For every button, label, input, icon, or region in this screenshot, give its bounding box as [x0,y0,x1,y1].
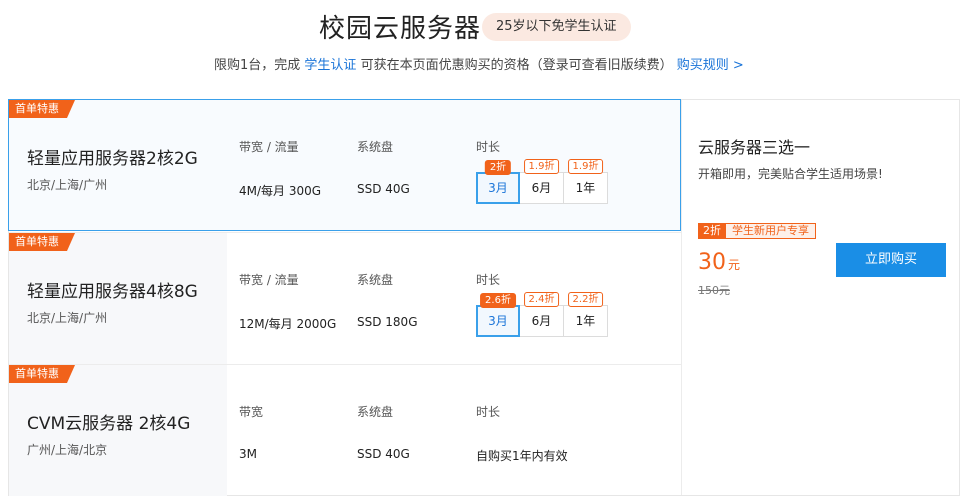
panel-description: 开箱即用，完美贴合学生适用场景! [698,167,883,181]
bandwidth-value: 4M/每月 300G [239,184,322,198]
price-amount: 30 [698,250,726,275]
discount-badge: 1.9折 [523,159,560,174]
discount-badge: 1.9折 [567,159,604,174]
product-info: 首单特惠 轻量应用服务器4核8G 北京/上海/广州 [9,233,227,364]
disk-value: SSD 180G [357,315,418,329]
disk-value: SSD 40G [357,447,410,461]
discount-badge: 2.6折 [480,293,516,308]
first-order-tag: 首单特惠 [9,365,75,383]
duration-label: 时长 [476,273,501,287]
original-price: 150元 [698,284,730,297]
bandwidth-label: 带宽 [239,405,264,419]
duration-option-6m[interactable]: 1.9折 6月 [520,159,564,204]
note-middle: 可获在本页面优惠购买的资格（登录可查看旧版续费） [360,58,673,73]
price: 30 元 [698,250,740,275]
purchase-panel: 云服务器三选一 开箱即用，完美贴合学生适用场景! 2折 学生新用户专享 30 元 … [681,100,959,495]
duration-label: 6月 [531,181,552,195]
product-regions: 北京/上海/广州 [27,311,108,325]
age-badge: 25岁以下免学生认证 [482,13,631,41]
price-unit: 元 [728,258,741,272]
discount-badge: 2折 [698,223,726,239]
offer-badges: 2折 学生新用户专享 [698,223,816,239]
disk-value: SSD 40G [357,182,410,196]
duration-label: 时长 [476,140,501,154]
first-order-tag: 首单特惠 [9,100,75,118]
buy-now-button[interactable]: 立即购买 [836,243,946,277]
bandwidth-value: 12M/每月 2000G [239,317,337,331]
panel-title: 云服务器三选一 [698,138,811,157]
duration-label: 3月 [488,314,508,328]
product-name: CVM云服务器 2核4G [27,414,191,434]
discount-badge: 2.2折 [567,292,604,307]
product-regions: 广州/上海/北京 [27,443,108,457]
product-name: 轻量应用服务器2核2G [27,149,198,169]
duration-label: 1年 [575,314,596,328]
page-title: 校园云服务器 [319,14,482,44]
discount-badge: 2.4折 [523,292,560,307]
purchase-rules-link[interactable]: 购买规则 > [677,58,744,73]
disk-label: 系统盘 [357,273,394,287]
bandwidth-value: 3M [239,447,257,461]
duration-label: 6月 [531,314,552,328]
first-order-tag: 首单特惠 [9,233,75,251]
student-verify-link[interactable]: 学生认证 [304,58,356,73]
product-name: 轻量应用服务器4核8G [27,282,198,302]
duration-selector: 2.6折 3月 2.4折 6月 2.2折 1年 [476,292,608,337]
purchase-note: 限购1台，完成 学生认证 可获在本页面优惠购买的资格（登录可查看旧版续费） 购买… [214,54,744,73]
product-regions: 北京/上海/广州 [27,178,108,192]
duration-option-1y[interactable]: 2.2折 1年 [564,292,608,337]
product-row[interactable]: 首单特惠 轻量应用服务器4核8G 北京/上海/广州 带宽 / 流量 系统盘 时长… [9,232,681,364]
product-row[interactable]: 首单特惠 CVM云服务器 2核4G 广州/上海/北京 带宽 系统盘 时长 3M … [9,364,681,496]
duration-value: 自购买1年内有效 [476,449,568,463]
duration-label: 3月 [488,181,508,195]
disk-label: 系统盘 [357,140,394,154]
duration-label: 1年 [575,181,596,195]
duration-label: 时长 [476,405,501,419]
duration-option-3m[interactable]: 2折 3月 [476,160,520,204]
duration-option-1y[interactable]: 1.9折 1年 [564,159,608,204]
duration-selector: 2折 3月 1.9折 6月 1.9折 1年 [476,159,608,204]
duration-option-3m[interactable]: 2.6折 3月 [476,293,520,337]
discount-badge: 2折 [484,160,512,175]
page-header: 校园云服务器 25岁以下免学生认证 限购1台，完成 学生认证 可获在本页面优惠购… [0,0,969,90]
bandwidth-label: 带宽 / 流量 [239,140,299,154]
bandwidth-label: 带宽 / 流量 [239,273,299,287]
product-info: 首单特惠 CVM云服务器 2核4G 广州/上海/北京 [9,365,227,496]
product-board: 首单特惠 轻量应用服务器2核2G 北京/上海/广州 带宽 / 流量 系统盘 时长… [8,99,960,496]
product-info: 首单特惠 轻量应用服务器2核2G 北京/上海/广州 [9,100,227,230]
disk-label: 系统盘 [357,405,394,419]
new-user-badge: 学生新用户专享 [726,223,816,239]
duration-option-6m[interactable]: 2.4折 6月 [520,292,564,337]
note-prefix: 限购1台，完成 [214,58,301,73]
product-row[interactable]: 首单特惠 轻量应用服务器2核2G 北京/上海/广州 带宽 / 流量 系统盘 时长… [8,99,681,231]
